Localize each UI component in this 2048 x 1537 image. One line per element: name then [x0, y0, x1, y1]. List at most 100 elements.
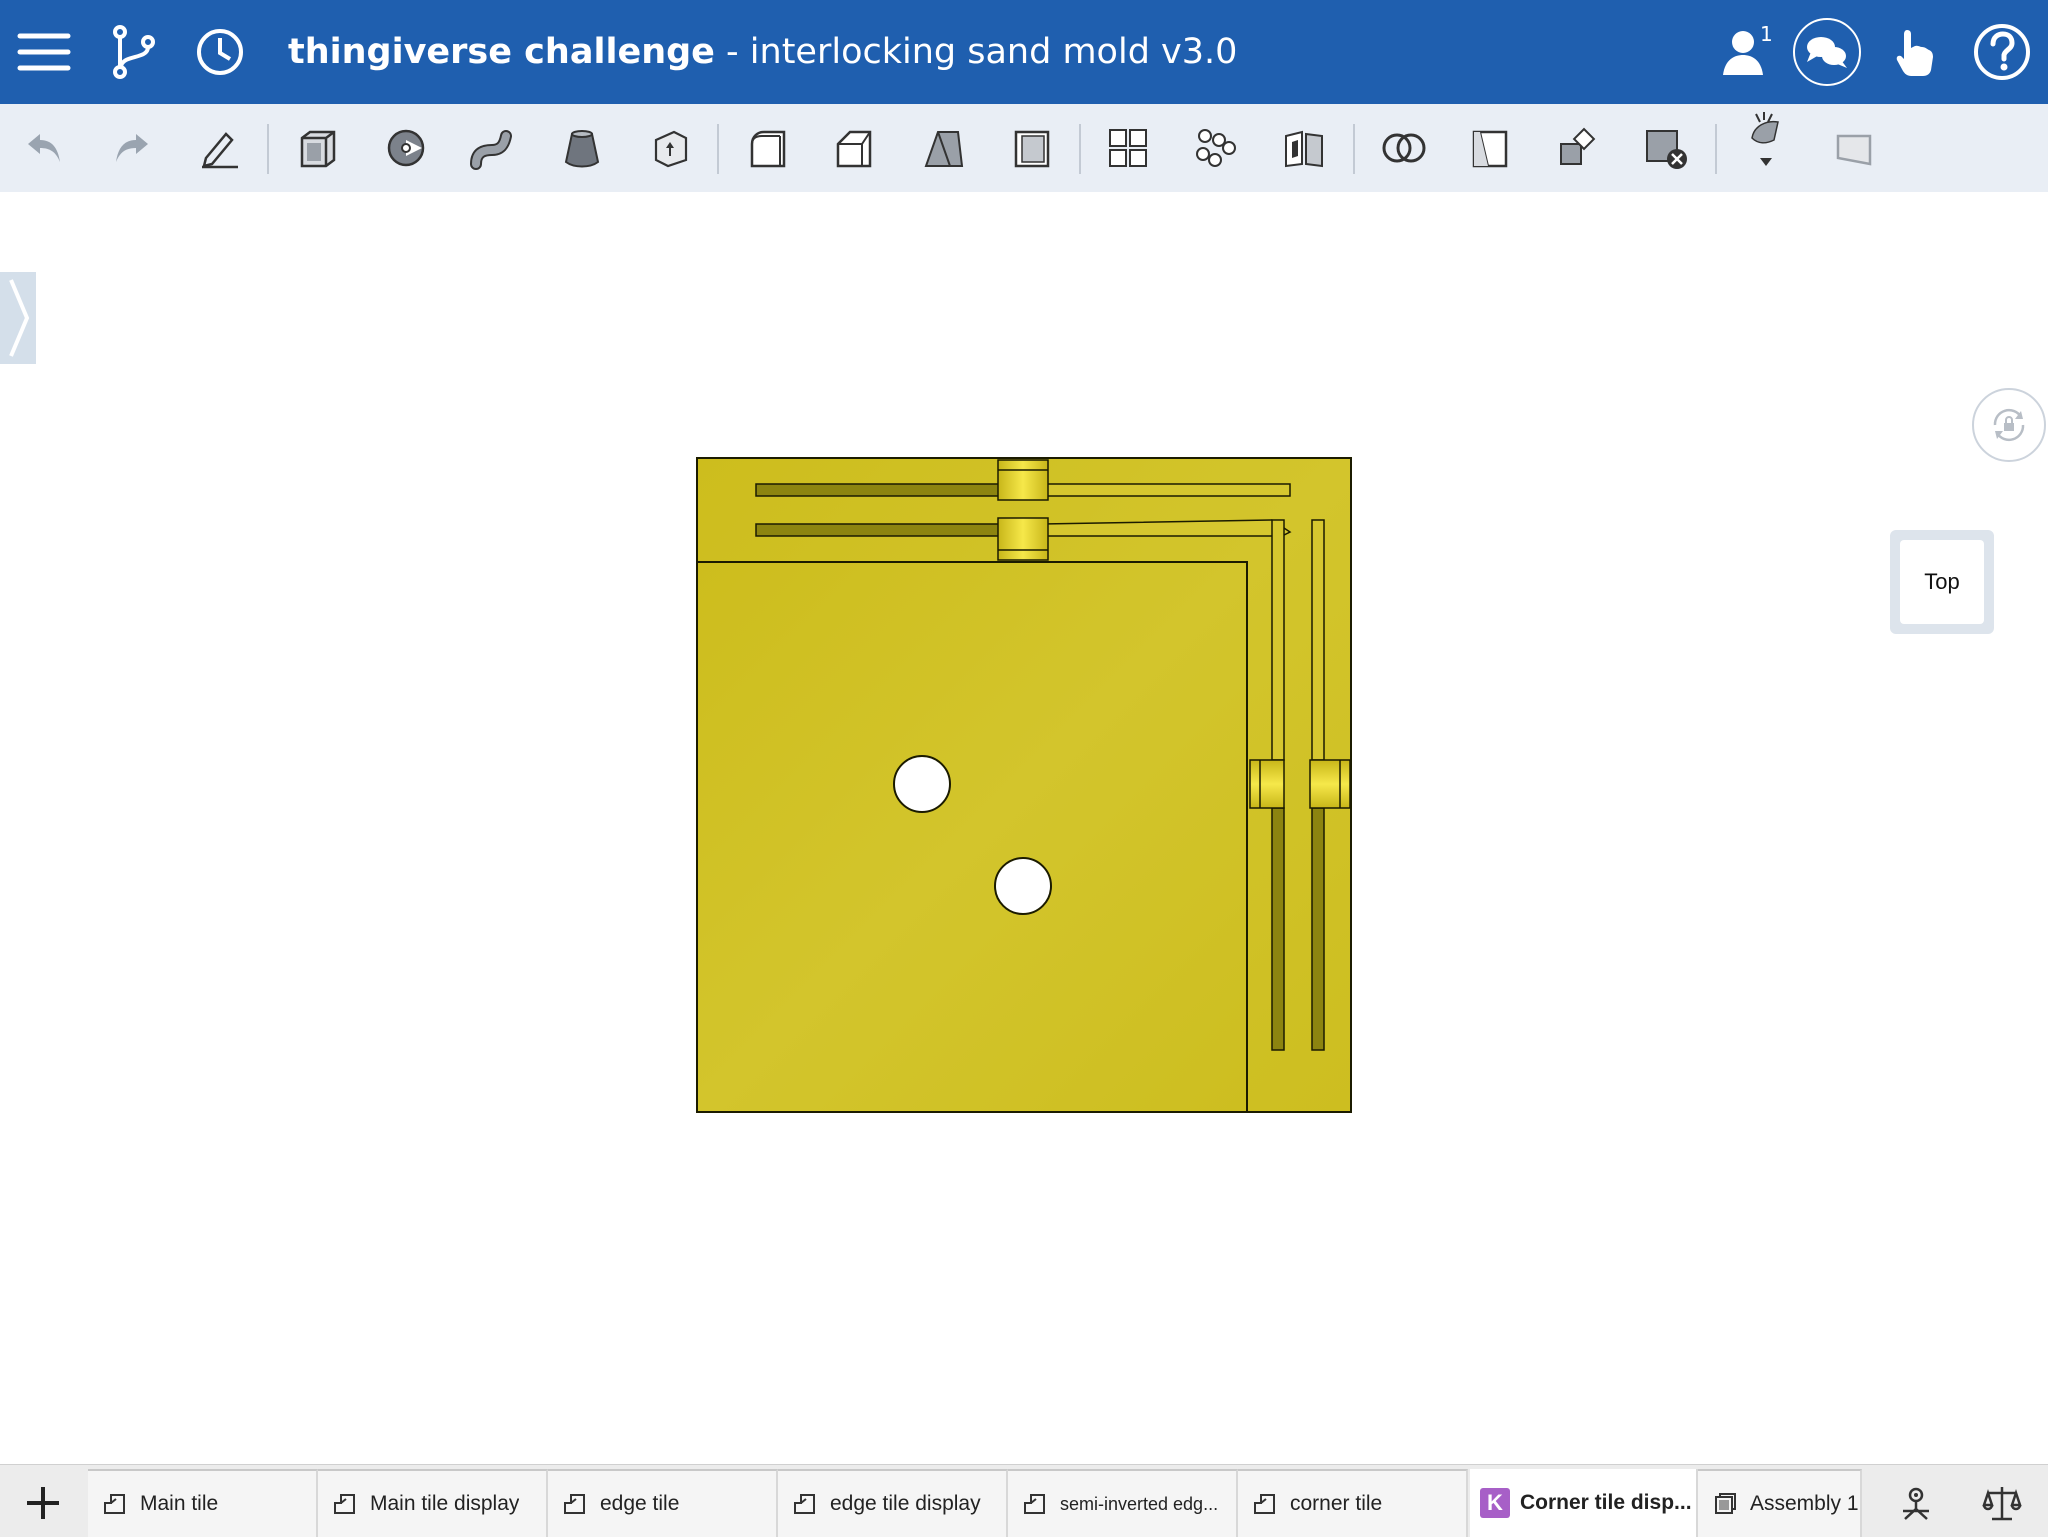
toolbar-separator	[1715, 124, 1717, 174]
sketch-tool[interactable]	[190, 118, 250, 178]
comments-icon	[1793, 18, 1861, 86]
toolbar-separator	[267, 124, 269, 174]
top-bar: thingiverse challenge - interlocking san…	[0, 0, 2048, 104]
sweep-tool[interactable]	[464, 118, 524, 178]
rotation-lock-icon	[1993, 408, 2025, 442]
draft-tool[interactable]	[914, 118, 974, 178]
tab-semi-inverted-edge[interactable]: semi-inverted edg...	[1008, 1469, 1238, 1537]
part-studio-icon	[564, 1494, 585, 1514]
feature-toolbar	[0, 104, 2048, 192]
revolve-icon	[387, 129, 425, 167]
add-tab-button[interactable]	[12, 1479, 74, 1527]
fillet-tool[interactable]	[738, 118, 798, 178]
mold-hole	[994, 857, 1052, 915]
part-studio-icon	[1254, 1494, 1275, 1514]
transform-tool[interactable]	[1548, 118, 1608, 178]
appearance-icon	[1751, 112, 1779, 166]
thicken-tool[interactable]	[640, 118, 700, 178]
robot-icon	[1903, 1487, 1929, 1520]
tab-main-tile[interactable]: Main tile	[88, 1469, 318, 1537]
rotation-lock-button[interactable]	[1972, 388, 2046, 462]
mirror-icon	[1196, 129, 1236, 167]
mass-properties-button[interactable]	[1976, 1477, 2028, 1529]
menu-icon	[17, 33, 71, 71]
users-button[interactable]: 1	[1708, 0, 1784, 104]
boolean-icon	[1382, 133, 1426, 163]
touch-mode-button[interactable]	[1880, 0, 1950, 104]
tab-corner-tile[interactable]: corner tile	[1238, 1469, 1468, 1537]
chamfer-tool[interactable]	[824, 118, 884, 178]
part-studio-icon	[334, 1494, 355, 1514]
boolean-tool[interactable]	[1374, 118, 1434, 178]
tab-label: edge tile	[600, 1492, 680, 1515]
balance-icon	[1982, 1487, 2022, 1521]
mold-hole	[893, 755, 951, 813]
revolve-tool[interactable]	[376, 118, 436, 178]
loft-tool[interactable]	[552, 118, 612, 178]
sweep-icon	[470, 130, 512, 170]
fillet-icon	[750, 130, 786, 168]
toolbar-separator	[1353, 124, 1355, 174]
redo-button[interactable]	[102, 118, 162, 178]
view-cube[interactable]: Top	[1890, 530, 1994, 634]
versions-button[interactable]	[98, 0, 170, 104]
toolbar-separator	[717, 124, 719, 174]
tab-bar: Main tile Main tile display edge tile ed…	[0, 1464, 2048, 1537]
feature-list-toggle[interactable]	[0, 272, 36, 364]
sketch-icon	[202, 132, 238, 169]
history-button[interactable]	[184, 0, 256, 104]
toolbar-separator	[1079, 124, 1081, 174]
plane-tool[interactable]	[1460, 118, 1520, 178]
tab-label: corner tile	[1290, 1492, 1383, 1515]
menu-button[interactable]	[8, 0, 80, 104]
split-tool[interactable]	[1274, 118, 1334, 178]
thicken-icon	[654, 130, 688, 168]
transform-icon	[1560, 127, 1596, 165]
tab-label: Corner tile disp...	[1520, 1491, 1692, 1514]
assembly-icon	[1715, 1493, 1736, 1514]
split-icon	[1285, 130, 1323, 168]
extrude-tool[interactable]	[288, 118, 348, 178]
plus-icon	[27, 1487, 59, 1519]
tab-main-tile-display[interactable]: Main tile display	[318, 1469, 548, 1537]
comments-button[interactable]	[1790, 0, 1864, 104]
tab-label: edge tile display	[830, 1492, 981, 1515]
chamfer-icon	[836, 130, 872, 168]
loft-icon	[564, 130, 600, 168]
tab-assembly-1[interactable]: Assembly 1	[1698, 1469, 1862, 1537]
view-cube-face[interactable]: Top	[1900, 540, 1984, 624]
tab-label: Main tile	[140, 1492, 219, 1515]
undo-button[interactable]	[14, 118, 74, 178]
pattern-tool[interactable]	[1098, 118, 1158, 178]
model-part[interactable]	[694, 456, 1354, 1114]
tab-edge-tile-display[interactable]: edge tile display	[778, 1469, 1008, 1537]
app-store-button[interactable]	[1890, 1477, 1942, 1529]
branch-icon	[113, 25, 155, 79]
workspace-name: thingiverse challenge	[288, 32, 715, 72]
redo-icon	[116, 134, 148, 162]
delete-part-icon	[1646, 130, 1687, 169]
tab-corner-tile-display[interactable]: K Corner tile disp...	[1470, 1469, 1698, 1537]
delete-part-tool[interactable]	[1636, 118, 1696, 178]
part-studio-icon	[104, 1494, 125, 1514]
appearance-tool[interactable]	[1736, 110, 1796, 170]
part-studio-icon	[1024, 1494, 1045, 1514]
document-title[interactable]: thingiverse challenge - interlocking san…	[288, 0, 1237, 104]
pattern-icon	[1109, 129, 1147, 167]
k-badge-icon: K	[1480, 1488, 1510, 1518]
tab-label: Assembly 1	[1750, 1492, 1859, 1515]
help-button[interactable]	[1964, 0, 2040, 104]
section-view-tool[interactable]	[1824, 118, 1884, 178]
undo-icon	[28, 134, 60, 162]
inner-tile-face	[696, 561, 1248, 1113]
section-view-icon	[1836, 134, 1872, 166]
extrude-icon	[300, 130, 336, 168]
users-count: 1	[1760, 22, 1773, 46]
shell-tool[interactable]	[1002, 118, 1062, 178]
tab-label: Main tile display	[370, 1492, 520, 1515]
mirror-tool[interactable]	[1186, 118, 1246, 178]
tab-edge-tile[interactable]: edge tile	[548, 1469, 778, 1537]
part-studio-icon	[794, 1494, 815, 1514]
history-icon	[197, 29, 243, 75]
document-name: interlocking sand mold v3.0	[749, 32, 1238, 72]
